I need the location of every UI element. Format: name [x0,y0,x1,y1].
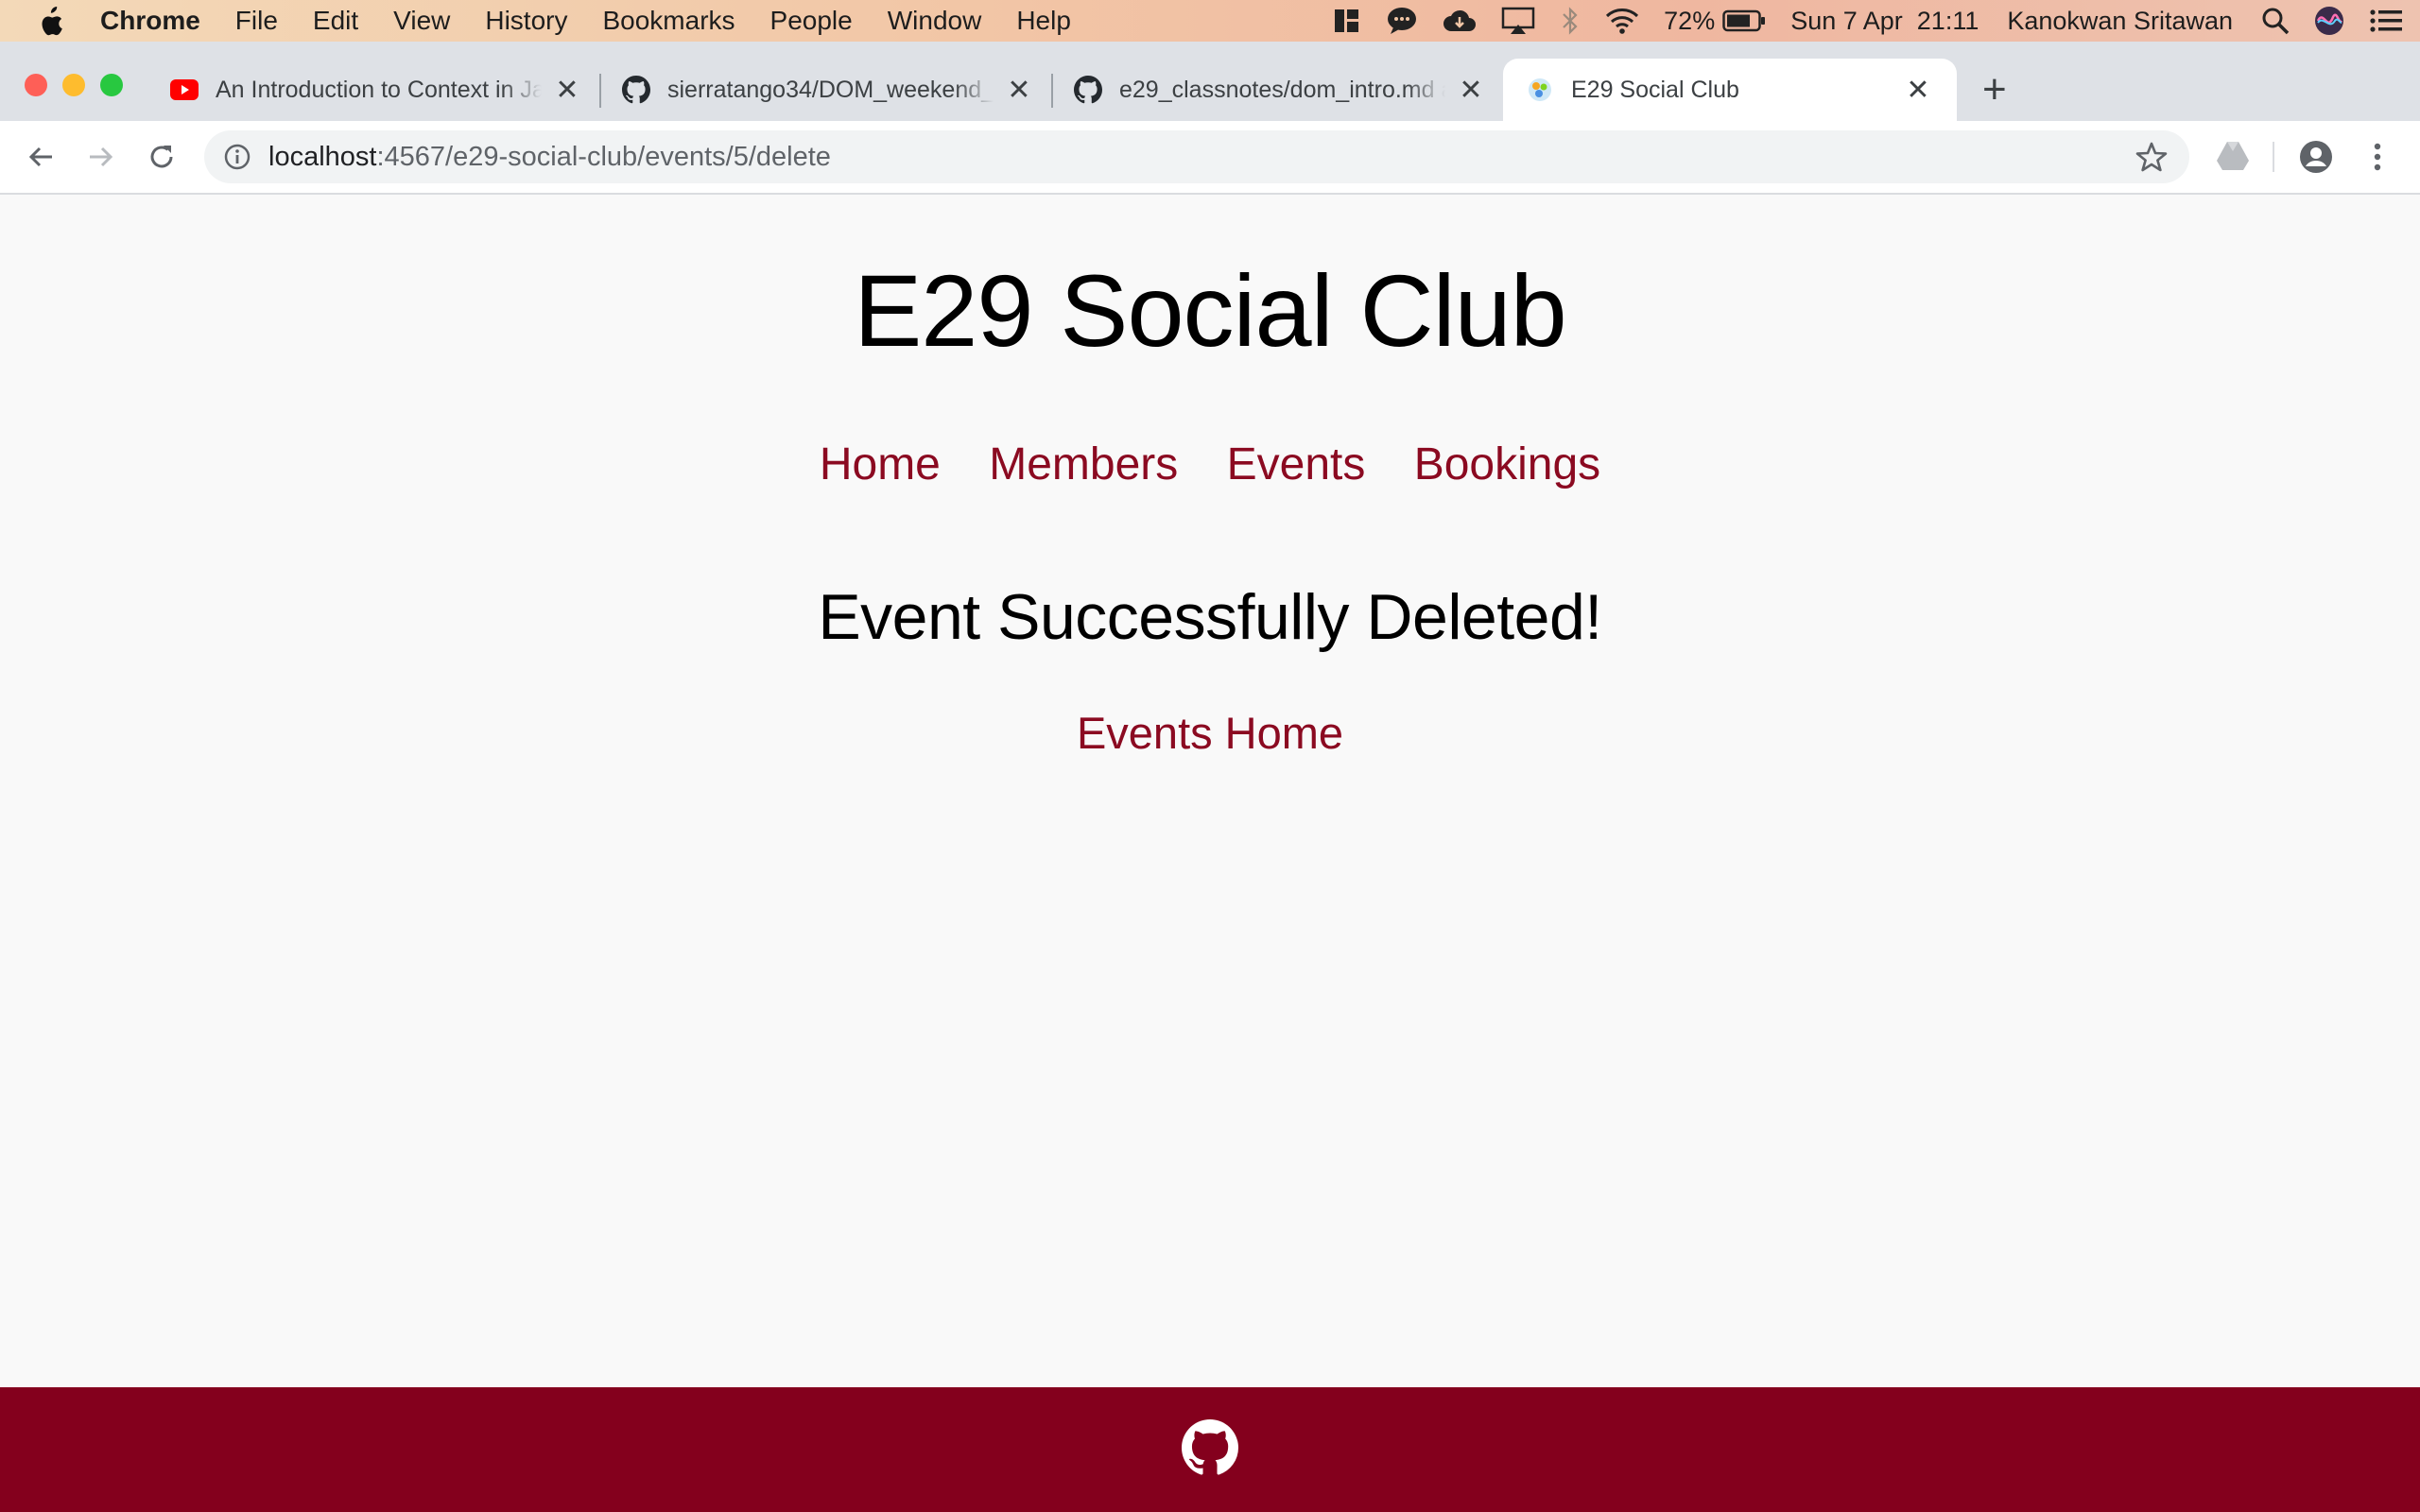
macos-menu-bar: Chrome File Edit View History Bookmarks … [0,0,2420,42]
nav-link-members[interactable]: Members [989,439,1178,490]
window-layout-icon[interactable] [1333,7,1361,35]
tab-title: sierratango34/DOM_weekend_homework [667,76,994,103]
tab-github-classnotes[interactable]: e29_classnotes/dom_intro.md at master ✕ [1074,59,1483,121]
siri-icon[interactable] [2314,6,2344,36]
bluetooth-icon[interactable] [1560,7,1581,35]
menu-view[interactable]: View [393,6,450,36]
window-controls [25,74,138,96]
new-tab-icon[interactable]: + [1982,66,2007,113]
forward-arrow-icon[interactable] [83,139,119,175]
close-window-button[interactable] [25,74,47,96]
github-icon [622,76,650,104]
tab-divider [1051,74,1053,108]
site-info-icon[interactable] [223,143,251,171]
menu-window[interactable]: Window [888,6,982,36]
page-footer [0,1387,2420,1512]
toolbar-divider [2273,142,2274,172]
tab-title: e29_classnotes/dom_intro.md at master [1119,76,1445,103]
menu-history[interactable]: History [485,6,567,36]
battery-icon[interactable] [1722,9,1766,32]
apple-icon[interactable] [36,6,64,36]
github-icon [1074,76,1102,104]
tab-divider [599,74,601,108]
nav-link-home[interactable]: Home [820,439,941,490]
spotlight-search-icon[interactable] [2261,7,2290,35]
google-drive-icon[interactable] [2216,140,2250,172]
tab-strip: An Introduction to Context in JavaScript… [0,42,2420,121]
nav-link-events[interactable]: Events [1227,439,1366,490]
airplay-icon[interactable] [1501,7,1535,35]
bookmark-star-icon[interactable] [2135,140,2169,181]
profile-avatar-icon[interactable] [2299,140,2333,174]
browser-toolbar: localhost:4567/e29-social-club/events/5/… [0,121,2420,195]
close-tab-icon[interactable]: ✕ [1906,74,1930,107]
tab-title: E29 Social Club [1571,76,1739,103]
menu-status-area: 72% Sun 7 Apr 21:11 Kanokwan Sritawan [1333,0,2420,42]
site-favicon-icon [1526,76,1554,104]
youtube-icon [170,76,199,104]
events-home-container: Events Home [0,707,2420,759]
tab-e29-social-club[interactable]: E29 Social Club ✕ [1503,59,1957,121]
chrome-menu-icon[interactable] [2363,140,2392,174]
menu-app-name[interactable]: Chrome [100,6,200,36]
main-nav: Home Members Events Bookings [0,438,2420,490]
wifi-icon[interactable] [1605,7,1639,35]
success-message: Event Successfully Deleted! [818,581,1602,653]
events-home-link[interactable]: Events Home [1077,708,1343,758]
tab-title: An Introduction to Context in JavaScript [216,76,542,103]
cloud-sync-icon[interactable] [1443,7,1477,35]
close-tab-icon[interactable]: ✕ [555,74,579,107]
url-path: :4567/e29-social-club/events/5/delete [376,141,831,172]
reload-icon[interactable] [144,139,180,175]
nav-link-bookings[interactable]: Bookings [1414,439,1600,490]
battery-percent: 72% [1664,6,1716,35]
close-tab-icon[interactable]: ✕ [1007,74,1031,107]
address-bar[interactable]: localhost:4567/e29-social-club/events/5/… [204,130,2189,183]
menu-bookmarks[interactable]: Bookmarks [602,6,735,36]
menu-help[interactable]: Help [1016,6,1071,36]
tab-youtube[interactable]: An Introduction to Context in JavaScript… [170,59,579,121]
url-host: localhost [268,141,377,172]
clock[interactable]: Sun 7 Apr 21:11 [1790,7,1979,36]
web-page: E29 Social Club Home Members Events Book… [0,195,2420,1387]
back-arrow-icon[interactable] [23,139,59,175]
site-title: E29 Social Club [854,253,1566,368]
maximize-window-button[interactable] [100,74,123,96]
close-tab-icon[interactable]: ✕ [1459,74,1483,107]
current-user[interactable]: Kanokwan Sritawan [2007,7,2233,36]
minimize-window-button[interactable] [62,74,85,96]
tab-github-homework[interactable]: sierratango34/DOM_weekend_homework ✕ [622,59,1031,121]
github-icon[interactable] [1182,1418,1238,1481]
chat-bubble-icon[interactable] [1386,7,1418,35]
menu-people[interactable]: People [770,6,853,36]
menu-file[interactable]: File [235,6,278,36]
menu-edit[interactable]: Edit [313,6,358,36]
notification-center-icon[interactable] [2369,8,2403,34]
